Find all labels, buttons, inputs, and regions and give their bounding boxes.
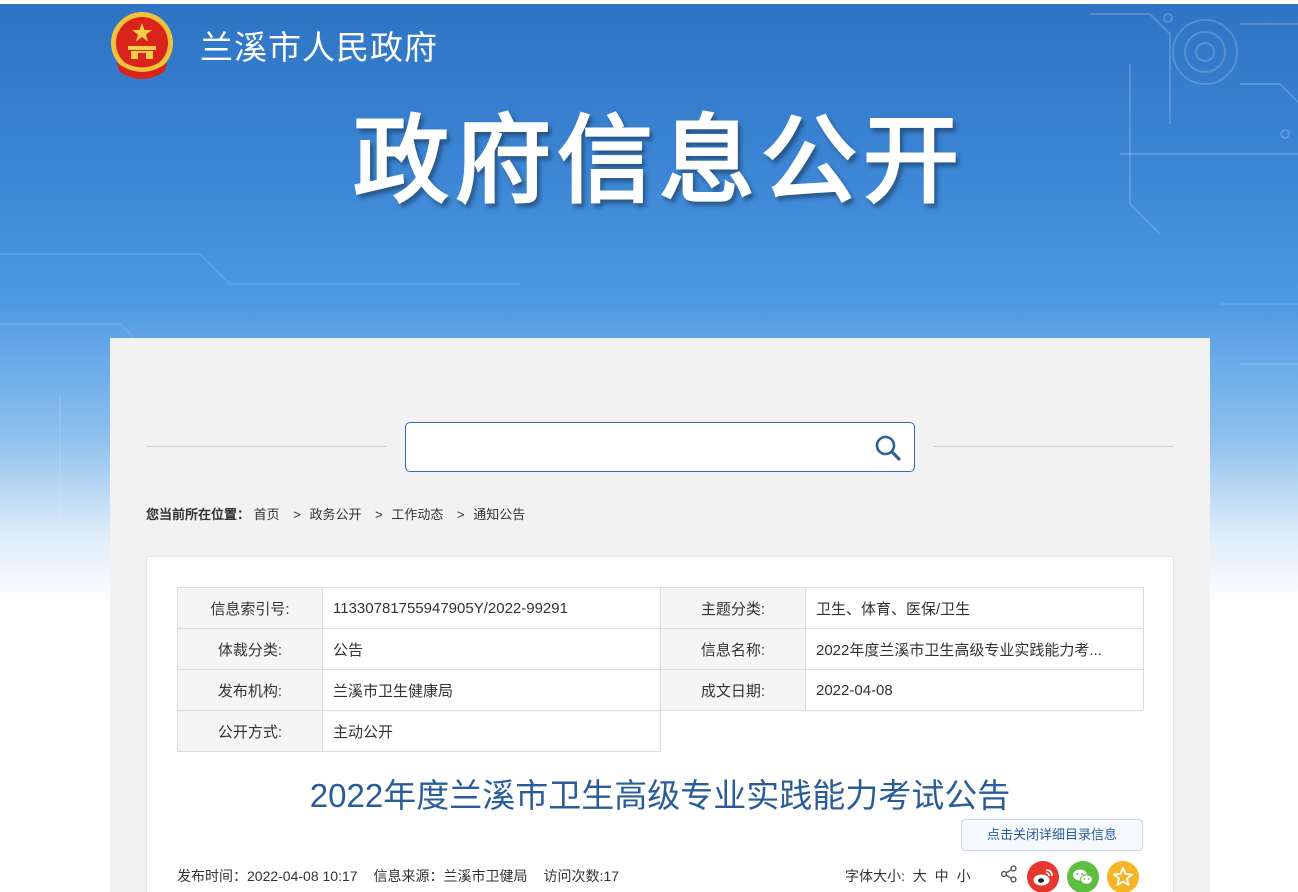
font-size-small[interactable]: 小 [957, 868, 971, 884]
breadcrumb-prefix: 您当前所在位置： [146, 507, 251, 522]
toggle-catalog-info-button[interactable]: 点击关闭详细目录信息 [961, 819, 1143, 851]
publisher-value: 兰溪市卫生健康局 [322, 669, 661, 711]
share-icon[interactable] [1000, 865, 1018, 883]
wechat-icon [1073, 869, 1093, 885]
article-title: 2022年度兰溪市卫生高级专业实践能力考试公告 [309, 777, 1011, 814]
national-emblem-icon [111, 12, 173, 79]
publish-info: 发布时间：2022-04-08 10:17 信息来源：兰溪市卫健局 访问次数:17 [177, 866, 619, 886]
topic-category-value: 卫生、体育、医保/卫生 [805, 587, 1144, 629]
favorite-button[interactable] [1107, 861, 1139, 892]
table-row: 发布机构: 兰溪市卫生健康局 成文日期: 2022-04-08 [177, 669, 1144, 711]
weibo-share-button[interactable] [1027, 861, 1059, 892]
source-label: 信息来源： [373, 868, 444, 884]
breadcrumb-separator: > [457, 507, 465, 522]
visits-label: 访问次数: [543, 868, 604, 884]
genre-label: 体裁分类: [177, 628, 323, 670]
info-name-text: 2022年度兰溪市卫生高级专业实践能力考... [816, 641, 1102, 659]
banner-title: 政府信息公开 [353, 108, 965, 215]
star-icon [1113, 867, 1133, 886]
topic-category-text: 卫生、体育、医保/卫生 [816, 600, 971, 618]
table-row: 信息索引号: 11330781755947905Y/2022-99291 主题分… [177, 587, 1144, 629]
search-box [405, 422, 915, 472]
source-value: 兰溪市卫健局 [443, 868, 528, 884]
search-icon[interactable] [874, 434, 902, 462]
breadcrumb-separator: > [293, 507, 301, 522]
font-size-large[interactable]: 大 [913, 868, 927, 884]
search-divider-right [934, 446, 1174, 447]
breadcrumb-home[interactable]: 首页 [254, 507, 280, 522]
info-name-value: 2022年度兰溪市卫生高级专业实践能力考... [805, 628, 1144, 670]
table-row: 公开方式: 主动公开 [177, 710, 1144, 752]
breadcrumb-notices[interactable]: 通知公告 [473, 507, 525, 522]
font-size-medium[interactable]: 中 [935, 868, 949, 884]
visits-count: 17 [603, 868, 620, 884]
breadcrumb-separator: > [375, 507, 383, 522]
publish-time: 2022-04-08 10:17 [247, 868, 358, 884]
index-number-value: 11330781755947905Y/2022-99291 [322, 587, 661, 629]
info-name-label: 信息名称: [660, 628, 806, 670]
doc-date-label: 成文日期: [660, 669, 806, 711]
disclosure-method-value: 主动公开 [322, 710, 661, 752]
breadcrumb: 您当前所在位置： 首页 > 政务公开 > 工作动态 > 通知公告 [146, 506, 525, 524]
wechat-share-button[interactable] [1067, 861, 1099, 892]
doc-date-text: 2022-04-08 [816, 681, 893, 699]
empty-cell [806, 711, 1144, 752]
index-number-label: 信息索引号: [177, 587, 323, 629]
font-size-label: 字体大小: [845, 868, 905, 884]
publisher-label: 发布机构: [177, 669, 323, 711]
search-input[interactable] [416, 431, 856, 463]
disclosure-method-label: 公开方式: [177, 710, 323, 752]
publish-time-label: 发布时间： [177, 868, 247, 884]
breadcrumb-gov-affairs[interactable]: 政务公开 [310, 507, 362, 522]
empty-cell [661, 711, 806, 752]
search-divider-left [146, 446, 386, 447]
table-row: 体裁分类: 公告 信息名称: 2022年度兰溪市卫生高级专业实践能力考... [177, 628, 1144, 670]
genre-value: 公告 [322, 628, 661, 670]
breadcrumb-work-news[interactable]: 工作动态 [391, 507, 443, 522]
weibo-icon [1033, 869, 1053, 886]
info-meta-table: 信息索引号: 11330781755947905Y/2022-99291 主题分… [177, 587, 1144, 752]
topic-category-label: 主题分类: [660, 587, 806, 629]
font-size-control: 字体大小: 大 中 小 [845, 866, 971, 886]
doc-date-value: 2022-04-08 [805, 669, 1144, 711]
site-name[interactable]: 兰溪市人民政府 [200, 28, 438, 68]
